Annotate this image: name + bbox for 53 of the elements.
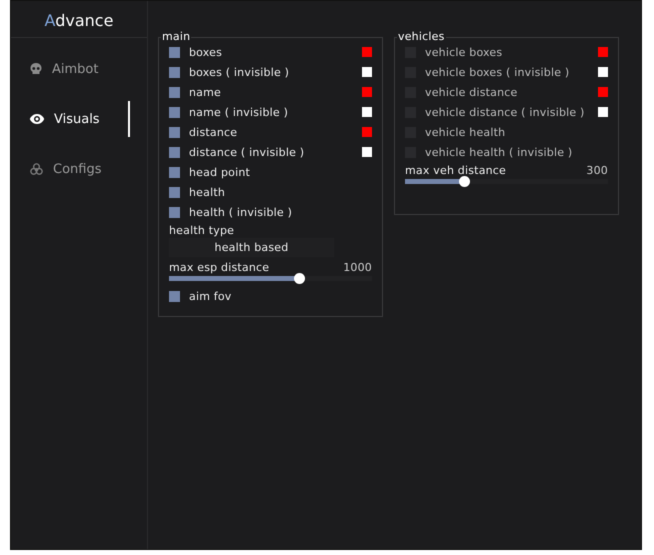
option-label: health ( invisible ) <box>189 206 292 218</box>
color-swatch[interactable] <box>362 107 372 117</box>
eye-icon <box>29 113 45 125</box>
color-swatch[interactable] <box>362 67 372 77</box>
checkbox[interactable] <box>169 86 180 98</box>
slider-label: max esp distance <box>169 261 270 274</box>
dropdown[interactable]: health based <box>169 238 334 257</box>
option-label: vehicle boxes <box>425 46 502 58</box>
option-label: boxes <box>189 46 222 58</box>
option-label: vehicle health ( invisible ) <box>425 146 572 158</box>
checkbox[interactable] <box>169 290 180 302</box>
checkbox[interactable] <box>169 206 180 218</box>
option-label: vehicle health <box>425 126 506 138</box>
sidebar-tab[interactable]: Aimbot <box>11 44 147 94</box>
panel-title: vehicles <box>397 31 446 43</box>
option-label: distance ( invisible ) <box>189 146 304 158</box>
checkbox[interactable] <box>169 146 180 158</box>
panel-title: main <box>161 31 192 43</box>
checkbox[interactable] <box>169 46 180 58</box>
color-swatch[interactable] <box>362 147 372 157</box>
checkbox[interactable] <box>169 126 180 138</box>
color-swatch[interactable] <box>362 87 372 97</box>
slider-value: 300 <box>586 164 608 177</box>
color-swatch[interactable] <box>598 47 608 57</box>
option-label: vehicle distance <box>425 86 518 98</box>
slider-thumb[interactable] <box>294 273 305 284</box>
biohazard-icon <box>29 162 44 176</box>
sidebar-tab[interactable]: Configs <box>11 144 147 194</box>
option-label: health <box>189 186 226 198</box>
skull-icon <box>29 62 43 76</box>
slider-label: max veh distance <box>405 164 506 177</box>
option-label: aim fov <box>189 290 232 302</box>
checkbox[interactable] <box>169 166 180 178</box>
option-label: vehicle boxes ( invisible ) <box>425 66 570 78</box>
sidebar-tab[interactable]: Visuals <box>11 94 147 144</box>
option-label: vehicle distance ( invisible ) <box>425 106 585 118</box>
option-label: boxes ( invisible ) <box>189 66 290 78</box>
slider-thumb[interactable] <box>458 176 470 187</box>
option-label: name ( invisible ) <box>189 106 288 118</box>
app-logo: Advance <box>44 10 114 30</box>
color-swatch[interactable] <box>598 107 608 117</box>
option-label: name <box>189 86 221 98</box>
checkbox[interactable] <box>169 106 180 118</box>
checkbox[interactable] <box>169 186 180 198</box>
section-label: health type <box>169 224 234 236</box>
checkbox[interactable] <box>169 66 180 78</box>
option-label: distance <box>189 126 238 138</box>
slider-value: 1000 <box>343 261 372 274</box>
color-swatch[interactable] <box>598 67 608 77</box>
color-swatch[interactable] <box>362 47 372 57</box>
color-swatch[interactable] <box>598 87 608 97</box>
option-label: head point <box>189 166 250 178</box>
color-swatch[interactable] <box>362 127 372 137</box>
